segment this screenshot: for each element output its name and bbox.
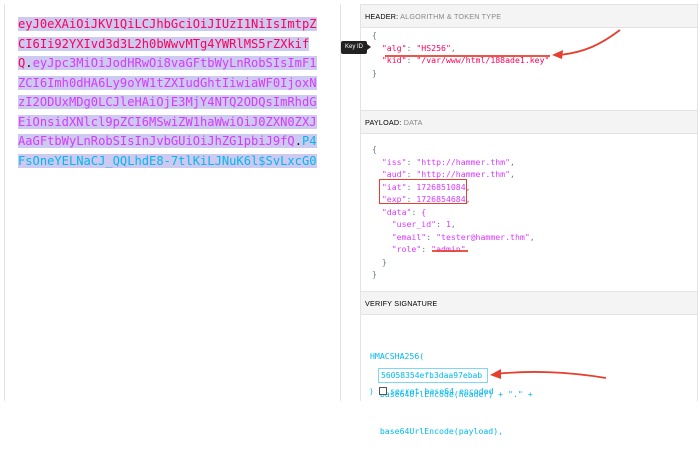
header-code-line: } bbox=[372, 67, 549, 80]
code-punct bbox=[372, 232, 392, 242]
code-punct: , bbox=[450, 219, 456, 229]
payload-code-line: "iss": "http://hammer.thm", bbox=[372, 156, 535, 169]
code-punct: , bbox=[510, 156, 515, 167]
header-title: HEADER: bbox=[365, 12, 399, 21]
json-key: "alg" bbox=[381, 42, 407, 53]
code-punct: , bbox=[450, 42, 456, 53]
json-value: "tester@hammer.thm" bbox=[436, 231, 530, 242]
code-punct: } bbox=[372, 256, 387, 267]
signature-line: HMACSHA256( bbox=[370, 351, 425, 361]
token-separator: . bbox=[294, 134, 302, 148]
payload-json-editor[interactable]: { "iss": "http://hammer.thm", "aud": "ht… bbox=[372, 143, 535, 281]
json-key: "role" bbox=[391, 244, 422, 254]
encoded-token-textarea[interactable]: eyJ0eXAiOiJKV1QiLCJhbGciOiJIUzI1NiIsImtp… bbox=[18, 15, 318, 171]
payload-code-line: } bbox=[372, 268, 535, 281]
signature-section-title: VERIFY SIGNATURE bbox=[361, 291, 697, 315]
payload-section-title: PAYLOAD: DATA bbox=[361, 110, 697, 134]
code-punct bbox=[372, 169, 382, 179]
json-value: "admin" bbox=[431, 244, 466, 254]
token-payload-part: eyJpc3MiOiJodHRwOi8vaGFtbWyLnRobSIsImF1Z… bbox=[18, 56, 317, 148]
code-punct bbox=[372, 207, 382, 217]
payload-code-line: "role": "admin" bbox=[372, 243, 535, 256]
payload-code-line: { bbox=[372, 143, 535, 156]
code-punct bbox=[372, 43, 382, 53]
signature-line: base64UrlEncode(payload), bbox=[370, 426, 504, 436]
payload-code-line: "email": "tester@hammer.thm", bbox=[372, 231, 535, 244]
token-separator: . bbox=[25, 56, 33, 70]
code-punct: } bbox=[372, 67, 377, 78]
json-key: "data" bbox=[381, 206, 412, 217]
payload-code-line: } bbox=[372, 256, 535, 269]
json-value: "/var/www/html/188ade1.key" bbox=[416, 55, 550, 65]
json-key: "aud" bbox=[381, 169, 407, 179]
code-punct: : bbox=[406, 55, 417, 65]
code-punct: { bbox=[372, 144, 377, 154]
payload-code-line: "user_id": 1, bbox=[372, 218, 535, 231]
json-key: "email" bbox=[391, 231, 427, 242]
code-punct: , bbox=[529, 231, 535, 242]
code-punct: : bbox=[411, 206, 422, 217]
secret-input[interactable]: 56058354efb3daa97ebab bbox=[378, 368, 488, 383]
payload-title: PAYLOAD: bbox=[365, 118, 402, 127]
code-punct bbox=[372, 244, 392, 254]
code-punct bbox=[372, 219, 392, 229]
code-punct: } bbox=[372, 269, 377, 279]
signature-close: ) bbox=[369, 386, 379, 396]
iat-exp-highlight-box bbox=[379, 179, 467, 204]
code-punct: : bbox=[406, 156, 417, 167]
json-value: "http://hammer.thm" bbox=[416, 169, 511, 179]
json-key: "user_id" bbox=[391, 219, 437, 229]
signature-title: VERIFY SIGNATURE bbox=[365, 299, 438, 308]
base64-secret-checkbox[interactable] bbox=[379, 387, 387, 395]
code-punct: , bbox=[510, 169, 515, 179]
code-punct: : bbox=[426, 231, 437, 242]
payload-subtitle: DATA bbox=[403, 118, 423, 127]
json-value: "http://hammer.thm" bbox=[416, 156, 511, 167]
code-punct: : bbox=[406, 42, 417, 53]
header-json-editor[interactable]: { "alg": "HS256", "kid": "/var/www/html/… bbox=[372, 29, 549, 79]
header-subtitle: ALGORITHM & TOKEN TYPE bbox=[400, 12, 502, 21]
header-section-title: HEADER: ALGORITHM & TOKEN TYPE bbox=[361, 4, 697, 28]
code-punct: : bbox=[436, 219, 446, 229]
base64-checkbox-label: secret base64 encoded bbox=[390, 386, 494, 396]
code-punct bbox=[372, 55, 382, 65]
header-code-line: "kid": "/var/www/html/188ade1.key" bbox=[372, 54, 550, 67]
header-code-line: { bbox=[372, 29, 549, 42]
code-punct: : bbox=[406, 169, 417, 179]
json-key: "iss" bbox=[381, 156, 407, 167]
encoded-token-panel: eyJ0eXAiOiJKV1QiLCJhbGciOiJIUzI1NiIsImtp… bbox=[4, 4, 341, 401]
key-id-tooltip: Key ID bbox=[341, 41, 371, 54]
header-code-line: "alg": "HS256", bbox=[372, 42, 549, 55]
code-punct bbox=[372, 157, 382, 167]
json-value: "HS256" bbox=[416, 42, 451, 53]
payload-code-line: "data": { bbox=[372, 206, 535, 219]
code-punct: : bbox=[421, 244, 432, 254]
json-key: "kid" bbox=[381, 55, 407, 65]
json-value: { bbox=[421, 206, 427, 217]
code-punct: { bbox=[372, 30, 377, 40]
